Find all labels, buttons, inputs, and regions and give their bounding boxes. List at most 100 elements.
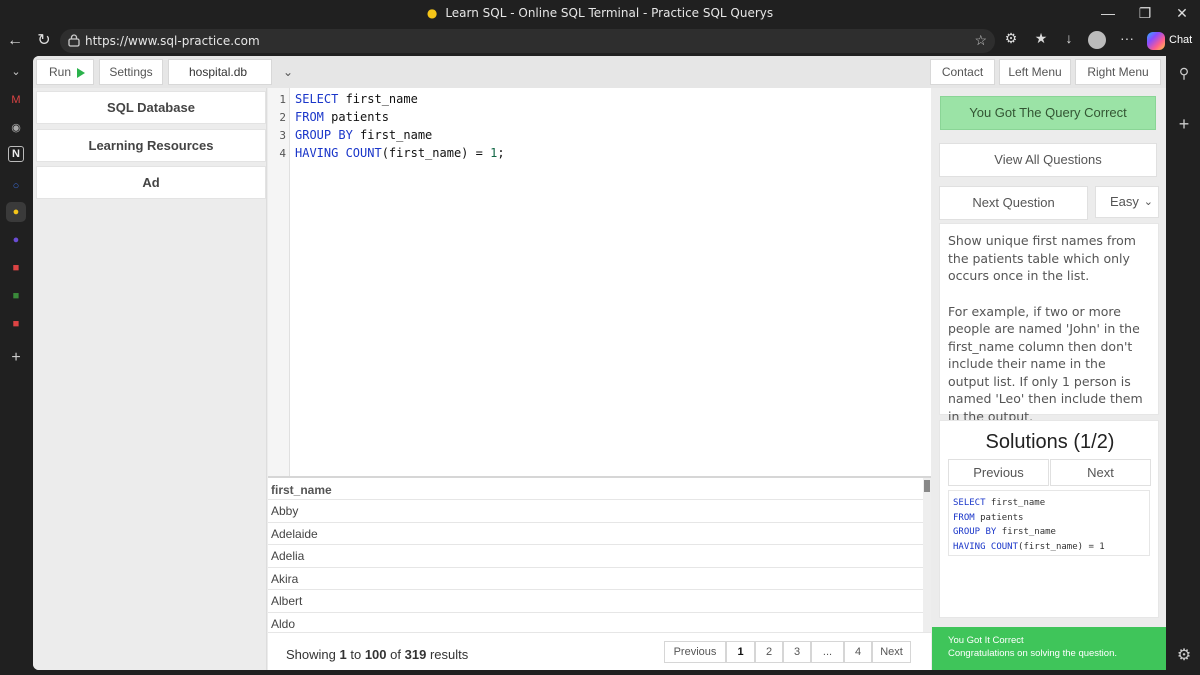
- results-column-header[interactable]: first_name: [268, 478, 923, 500]
- back-button[interactable]: ←: [4, 30, 26, 52]
- sql-keyword: GROUP BY: [953, 527, 997, 537]
- menu-item-ad[interactable]: Ad: [36, 166, 266, 199]
- key-app-icon[interactable]: ●: [6, 202, 26, 222]
- chat-button[interactable]: Chat: [1145, 30, 1195, 52]
- menu-item-sql-database[interactable]: SQL Database: [36, 91, 266, 124]
- avatar[interactable]: [1088, 31, 1106, 49]
- toast-message: Congratulations on solving the question.: [948, 648, 1118, 659]
- menu-item-learning-resources[interactable]: Learning Resources: [36, 129, 266, 162]
- code-line: HAVING COUNT(first_name) = 1;: [295, 146, 505, 160]
- pagination-next-button[interactable]: Next: [872, 641, 911, 663]
- code-text: first_name: [352, 128, 433, 142]
- app-icon-red[interactable]: ■: [6, 258, 26, 278]
- run-button[interactable]: Run: [36, 59, 94, 85]
- search-app-icon[interactable]: ○: [6, 176, 26, 196]
- right-menu-button[interactable]: Right Menu: [1075, 59, 1161, 85]
- pagination-page-3[interactable]: 3: [783, 641, 811, 663]
- favorites-icon[interactable]: ★: [1031, 30, 1051, 47]
- gear-icon[interactable]: ⚙: [1174, 646, 1194, 666]
- solution-line: HAVING COUNT(first_name) = 1: [953, 540, 1145, 555]
- table-row: Adelaide: [268, 523, 923, 545]
- app-icon-red-2[interactable]: ■: [6, 314, 26, 334]
- scrollbar-thumb[interactable]: [924, 480, 930, 492]
- chevron-down-icon[interactable]: ⌄: [6, 62, 26, 82]
- toast-title: You Got It Correct: [948, 635, 1024, 646]
- of-label: of: [390, 647, 401, 662]
- minimize-button[interactable]: —: [1090, 2, 1126, 24]
- contact-button[interactable]: Contact: [930, 59, 995, 85]
- solution-line: FROM patients: [953, 511, 1145, 526]
- play-icon: [77, 68, 85, 78]
- solution-line: GROUP BY first_name: [953, 525, 1145, 540]
- close-window-button[interactable]: ✕: [1164, 2, 1200, 24]
- line-number: 2: [279, 111, 286, 124]
- code-text: (first_name) = 1: [1018, 541, 1105, 552]
- pagination-previous-button[interactable]: Previous: [664, 641, 726, 663]
- question-text: Show unique first names from the patient…: [948, 233, 1136, 283]
- success-toast[interactable]: You Got It Correct Congratulations on so…: [932, 627, 1166, 670]
- code-text: first_name: [996, 527, 1056, 537]
- next-question-button[interactable]: Next Question: [939, 186, 1088, 220]
- pagination-page-4[interactable]: 4: [844, 641, 872, 663]
- more-icon[interactable]: ···: [1117, 30, 1137, 46]
- table-row: Albert: [268, 590, 923, 613]
- database-select[interactable]: hospital.db ⌄: [168, 59, 293, 85]
- code-text: first_name: [985, 498, 1046, 508]
- to-label: to: [350, 647, 362, 662]
- results-scrollbar[interactable]: [923, 478, 931, 632]
- solutions-next-button[interactable]: Next: [1050, 459, 1151, 486]
- chat-label: Chat: [1169, 34, 1193, 46]
- difficulty-select[interactable]: Easy ⌄: [1095, 186, 1159, 218]
- table-row: Adelia: [268, 545, 923, 568]
- notion-icon[interactable]: N: [8, 146, 24, 162]
- refresh-button[interactable]: ↻: [33, 30, 55, 52]
- line-number-gutter: 1 2 3 4: [268, 88, 290, 476]
- database-select-value: hospital.db: [189, 65, 248, 79]
- solution-code: SELECT first_name FROM patients GROUP BY f…: [948, 490, 1150, 556]
- extensions-icon[interactable]: ⚙: [1001, 30, 1021, 47]
- view-all-questions-button[interactable]: View All Questions: [939, 143, 1157, 177]
- sql-keyword: SELECT: [295, 92, 339, 106]
- left-menu: SQL Database Learning Resources Ad: [33, 88, 267, 670]
- sql-keyword: FROM: [953, 512, 975, 523]
- question-description: Show unique first names from the patient…: [939, 223, 1159, 424]
- app-icon[interactable]: ●: [6, 230, 26, 250]
- results-total: 319: [404, 647, 427, 662]
- copilot-icon: [1147, 32, 1165, 50]
- window-title-bar: ● Learn SQL - Online SQL Terminal - Pract…: [0, 0, 1200, 26]
- sql-keyword: HAVING COUNT: [295, 146, 382, 160]
- pagination-ellipsis: ...: [811, 641, 844, 663]
- table-row: Abby: [268, 500, 923, 523]
- sql-editor[interactable]: 1 2 3 4 SELECT first_name FROM patients …: [268, 88, 931, 476]
- code-text: patients: [323, 110, 389, 124]
- left-menu-button[interactable]: Left Menu: [999, 59, 1071, 85]
- globe-icon[interactable]: ◉: [6, 118, 26, 138]
- code-text: patients: [974, 512, 1024, 523]
- solutions-title: Solutions (1/2): [985, 431, 1115, 453]
- right-menu: You Got The Query Correct View All Quest…: [932, 88, 1166, 670]
- line-number: 4: [279, 147, 286, 160]
- search-icon[interactable]: ⚲: [1174, 63, 1194, 83]
- gmail-icon[interactable]: M: [6, 90, 26, 110]
- app-icon-green[interactable]: ■: [6, 286, 26, 306]
- pagination-page-1[interactable]: 1: [726, 641, 755, 663]
- address-bar[interactable]: https://www.sql-practice.com ☆: [60, 29, 995, 53]
- solutions-panel: Solutions (1/2) Previous Next SELECT fir…: [939, 420, 1159, 618]
- plus-icon[interactable]: +: [1174, 114, 1194, 134]
- window-title: ● Learn SQL - Online SQL Terminal - Pract…: [0, 6, 1200, 20]
- star-icon[interactable]: ☆: [974, 32, 987, 49]
- solution-line: SELECT first_name: [953, 496, 1145, 511]
- plus-icon[interactable]: +: [6, 348, 26, 368]
- code-line: SELECT first_name: [295, 92, 418, 106]
- line-number: 3: [279, 129, 286, 142]
- sql-keyword: GROUP BY: [295, 128, 353, 142]
- download-icon[interactable]: ↓: [1059, 30, 1079, 46]
- maximize-button[interactable]: ❐: [1127, 2, 1163, 24]
- solutions-previous-button[interactable]: Previous: [948, 459, 1049, 486]
- window-title-text: Learn SQL - Online SQL Terminal - Practi…: [445, 6, 774, 20]
- code-line: GROUP BY first_name: [295, 128, 432, 142]
- pagination-page-2[interactable]: 2: [755, 641, 783, 663]
- code-line: FROM patients: [295, 110, 389, 124]
- settings-button[interactable]: Settings: [99, 59, 163, 85]
- chevron-down-icon: ⌄: [282, 65, 293, 79]
